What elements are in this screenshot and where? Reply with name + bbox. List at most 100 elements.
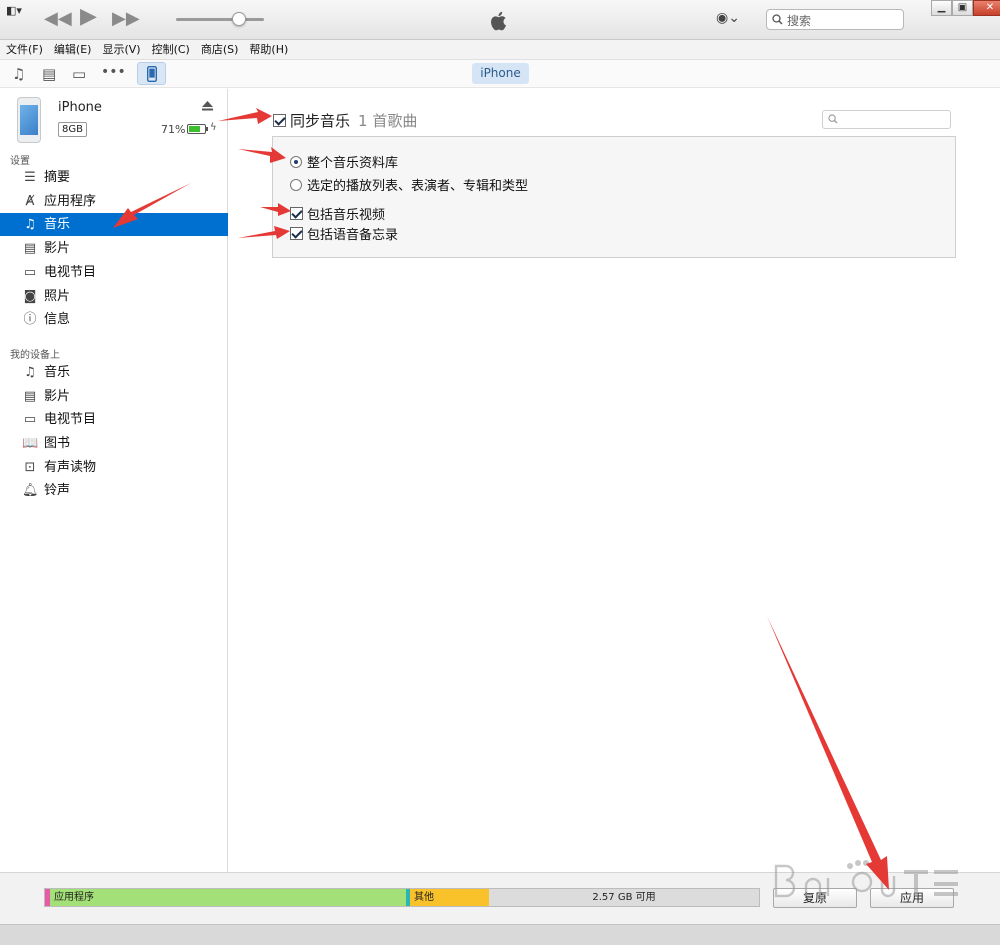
bell-icon: 🔔︎: [22, 483, 39, 498]
search-icon: [828, 114, 838, 124]
movies-icon[interactable]: ▤: [42, 65, 56, 83]
include-videos-option[interactable]: 包括音乐视频: [290, 204, 385, 223]
capacity-apps-segment: 应用程序: [50, 889, 406, 906]
ondevice-header: 我的设备上: [10, 350, 60, 361]
status-bar: [0, 924, 1000, 945]
sidebar-item-summary[interactable]: ☰ 摘要: [0, 166, 228, 189]
sidebar-item-label: 铃声: [44, 483, 71, 498]
sidebar-item-photos[interactable]: ◙ 照片: [0, 285, 228, 308]
sidebar-item-device-movies[interactable]: ▤ 影片: [0, 385, 228, 408]
include-voice-memos-checkbox[interactable]: [290, 227, 303, 240]
music-search-input[interactable]: [822, 110, 951, 129]
sidebar-item-label: 应用程序: [44, 194, 97, 209]
info-icon: ⓘ: [23, 312, 37, 327]
sidebar-item-info[interactable]: ⓘ 信息: [0, 308, 228, 331]
sidebar-item-label: 图书: [44, 436, 71, 451]
entire-library-option[interactable]: 整个音乐资料库: [290, 152, 398, 171]
film-icon: ▤: [23, 389, 37, 404]
app-store-icon: Ⱥ: [25, 194, 35, 209]
rewind-icon[interactable]: ◀◀: [44, 9, 72, 29]
sidebar-item-device-tones[interactable]: 🔔︎ 铃声: [0, 479, 228, 502]
menu-controls[interactable]: 控制(C): [152, 40, 190, 59]
capacity-free-segment: 2.57 GB 可用: [489, 889, 759, 906]
menu-file[interactable]: 文件(F): [6, 40, 43, 59]
menu-help[interactable]: 帮助(H): [249, 40, 288, 59]
tv-icon[interactable]: ▭: [72, 65, 86, 83]
sidebar-item-apps[interactable]: Ⱥ 应用程序: [0, 190, 228, 213]
menu-edit[interactable]: 编辑(E): [54, 40, 92, 59]
maximize-button[interactable]: ▣: [952, 0, 973, 16]
tv-icon: ▭: [23, 412, 37, 427]
capacity-apps-label: 应用程序: [54, 892, 94, 903]
menu-view[interactable]: 显示(V): [102, 40, 140, 59]
sidebar-item-label: 电视节目: [44, 265, 97, 280]
include-videos-checkbox[interactable]: [290, 207, 303, 220]
sidebar-item-tv[interactable]: ▭ 电视节目: [0, 261, 228, 284]
capacity-other-segment: 其他: [410, 889, 489, 906]
iphone-icon: [147, 66, 157, 82]
song-count: 1 首歌曲: [358, 112, 418, 130]
sidebar-item-label: 音乐: [44, 365, 71, 380]
capacity-other-label: 其他: [414, 892, 434, 903]
volume-slider[interactable]: [176, 12, 264, 26]
device-tab[interactable]: iPhone: [472, 63, 529, 84]
book-icon: 📖: [22, 436, 39, 451]
sidebar-item-device-audiobooks[interactable]: ⊡ 有声读物: [0, 456, 228, 479]
include-voice-memos-label: 包括语音备忘录: [307, 228, 399, 243]
eject-icon[interactable]: [202, 101, 213, 111]
selected-items-label: 选定的播放列表、表演者、专辑和类型: [307, 179, 529, 194]
search-icon: [772, 14, 783, 25]
film-icon: ▤: [23, 241, 37, 256]
sidebar-item-label: 影片: [44, 389, 71, 404]
entire-library-label: 整个音乐资料库: [307, 156, 399, 171]
include-videos-label: 包括音乐视频: [307, 208, 386, 223]
account-icon[interactable]: ◉⌄: [716, 10, 740, 26]
close-button[interactable]: ✕: [973, 0, 1000, 16]
sidebar-item-label: 影片: [44, 241, 71, 256]
sidebar-item-device-music[interactable]: ♫ 音乐: [0, 361, 228, 384]
fast-forward-icon[interactable]: ▶▶: [112, 9, 140, 29]
device-image: [17, 97, 41, 143]
sidebar-item-label: 信息: [44, 312, 71, 327]
include-voice-memos-option[interactable]: 包括语音备忘录: [290, 224, 398, 243]
more-icon[interactable]: •••: [101, 64, 126, 80]
sidebar-item-label: 照片: [44, 289, 71, 304]
music-icon[interactable]: ♫: [12, 65, 25, 83]
baidu-watermark-logo: [774, 860, 958, 898]
selected-items-option[interactable]: 选定的播放列表、表演者、专辑和类型: [290, 175, 528, 194]
audiobook-icon: ⊡: [24, 460, 36, 475]
sidebar-item-device-books[interactable]: 📖 图书: [0, 432, 228, 455]
tv-icon: ▭: [23, 265, 37, 280]
sidebar: iPhone 8GB 71% ϟ 设置 ☰ 摘要 Ⱥ 应用程序 ♫ 音乐 ▤ 影片 ▭ 电…: [0, 89, 228, 872]
sidebar-item-label: 电视节目: [44, 412, 97, 427]
sync-music-label[interactable]: 同步音乐: [290, 112, 350, 130]
device-capacity: 8GB: [58, 122, 87, 137]
sidebar-item-label: 摘要: [44, 170, 71, 185]
apple-logo-icon: [491, 11, 506, 31]
window-controls: ▁ ▣ ✕: [931, 0, 1000, 18]
menu-store[interactable]: 商店(S): [201, 40, 239, 59]
sidebar-item-label: 音乐: [44, 217, 71, 232]
sidebar-item-label: 有声读物: [44, 460, 97, 475]
camera-icon: ◙: [23, 289, 37, 304]
music-note-icon: ♫: [24, 217, 36, 232]
battery-icon: [187, 124, 206, 134]
play-icon[interactable]: ▶: [80, 6, 97, 28]
summary-icon: ☰: [24, 170, 36, 185]
menu-bar: 文件(F) 编辑(E) 显示(V) 控制(C) 商店(S) 帮助(H): [0, 40, 1000, 60]
battery-percent: 71%: [161, 123, 186, 136]
minimize-button[interactable]: ▁: [931, 0, 952, 16]
settings-header: 设置: [10, 156, 30, 167]
charging-icon: ϟ: [210, 122, 217, 133]
search-input[interactable]: 搜索: [766, 9, 904, 30]
entire-library-radio[interactable]: [290, 156, 302, 168]
title-bar: ◧▾ ◀◀ ▶ ▶▶ ◉⌄ 搜索 ▁ ▣ ✕: [0, 0, 1000, 40]
sidebar-item-device-tv[interactable]: ▭ 电视节目: [0, 408, 228, 431]
device-button[interactable]: [137, 62, 166, 85]
volume-knob[interactable]: [232, 12, 246, 26]
sidebar-item-movies[interactable]: ▤ 影片: [0, 237, 228, 260]
sync-music-checkbox[interactable]: [273, 114, 286, 127]
sidebar-item-music[interactable]: ♫ 音乐: [0, 213, 228, 236]
window-menu-icon[interactable]: ◧▾: [6, 4, 22, 17]
selected-items-radio[interactable]: [290, 179, 302, 191]
